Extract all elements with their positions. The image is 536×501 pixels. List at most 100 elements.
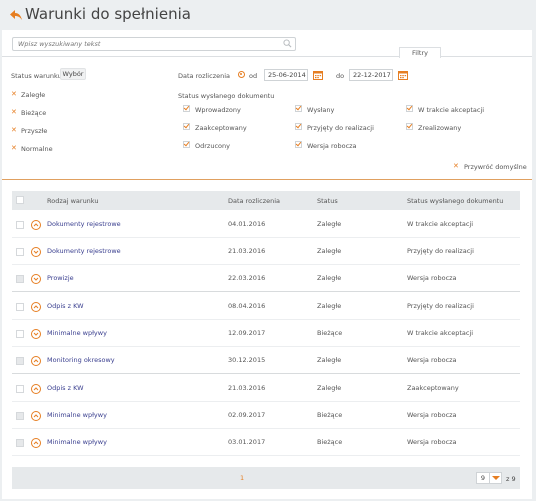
back-arrow-icon[interactable] xyxy=(9,8,23,22)
checkbox[interactable] xyxy=(406,105,413,112)
chevron-down-icon[interactable] xyxy=(490,472,502,484)
page-title: Warunki do spełnienia xyxy=(25,5,191,23)
table-row[interactable]: Odpis z KW 21.03.2016 Zaległe Zaakceptow… xyxy=(12,375,520,402)
status-option-normal: Normalne xyxy=(21,145,53,153)
table-row[interactable]: Minimalne wpływy 03.01.2017 Bieżące Wers… xyxy=(12,429,520,456)
row-doc-status: Wersja robocza xyxy=(407,274,457,282)
table-row[interactable]: Dokumenty rejestrowe 21.03.2016 Zaległe … xyxy=(12,238,520,265)
tab-filters[interactable]: Filtry xyxy=(399,47,441,58)
checkbox[interactable] xyxy=(295,141,302,148)
table-header: Rodzaj warunku Data rozliczenia Status S… xyxy=(12,191,520,210)
select-all-checkbox[interactable] xyxy=(16,196,24,204)
chevron-up-icon[interactable] xyxy=(31,302,41,312)
remove-icon[interactable]: ✕ xyxy=(11,144,17,152)
search-box xyxy=(12,37,296,51)
row-type[interactable]: Odpis z KW xyxy=(47,384,84,392)
table-row[interactable]: Minimalne wpływy 12.09.2017 Bieżące W tr… xyxy=(12,320,520,347)
doc-status-option: Wersja robocza xyxy=(307,142,357,150)
header-status[interactable]: Status xyxy=(317,197,338,205)
header-date[interactable]: Data rozliczenia xyxy=(228,197,280,205)
calendar-icon[interactable] xyxy=(313,70,323,80)
table-row[interactable]: Monitoring okresowy 30.12.2015 Zaległe W… xyxy=(12,347,520,374)
row-checkbox[interactable] xyxy=(16,275,24,283)
chevron-down-icon[interactable] xyxy=(31,274,41,284)
chevron-up-icon[interactable] xyxy=(31,356,41,366)
row-status: Bieżące xyxy=(317,329,343,337)
row-type[interactable]: Dokumenty rejestrowe xyxy=(47,247,121,255)
checkbox[interactable] xyxy=(183,123,190,130)
date-from-label: od xyxy=(249,72,258,80)
row-status: Zaległe xyxy=(317,384,342,392)
search-input[interactable] xyxy=(13,38,283,50)
remove-icon[interactable]: ✕ xyxy=(11,90,17,98)
chevron-up-icon[interactable] xyxy=(31,411,41,421)
search-icon[interactable] xyxy=(283,39,292,48)
doc-status-option: W trakcie akceptacji xyxy=(418,106,485,114)
row-type[interactable]: Monitoring okresowy xyxy=(47,356,115,364)
header-doc-status[interactable]: Status wysłanego dokumentu xyxy=(407,197,503,205)
row-status: Bieżące xyxy=(317,411,343,419)
chevron-up-icon[interactable] xyxy=(31,220,41,230)
checkbox[interactable] xyxy=(295,123,302,130)
chevron-up-icon[interactable] xyxy=(31,438,41,448)
row-type[interactable]: Odpis z KW xyxy=(47,302,84,310)
checkbox[interactable] xyxy=(295,105,302,112)
row-date: 12.09.2017 xyxy=(228,329,266,337)
page-select[interactable]: 9 xyxy=(476,472,490,484)
doc-status-option: Odrzucony xyxy=(195,142,230,150)
row-checkbox[interactable] xyxy=(16,303,24,311)
row-checkbox[interactable] xyxy=(16,385,24,393)
table-row[interactable]: Dokumenty rejestrowe 04.01.2016 Zaległe … xyxy=(12,211,520,238)
remove-icon[interactable]: ✕ xyxy=(11,108,17,116)
date-to-field[interactable]: 22-12-2017 xyxy=(349,69,393,81)
table-row[interactable]: Odpis z KW 08.04.2016 Zaległe Przyjęty d… xyxy=(12,293,520,320)
row-checkbox[interactable] xyxy=(16,412,24,420)
title-bar: Warunki do spełnienia xyxy=(0,0,536,30)
reset-icon[interactable]: ✕ xyxy=(453,162,459,170)
row-type[interactable]: Dokumenty rejestrowe xyxy=(47,220,121,228)
checkbox[interactable] xyxy=(183,105,190,112)
header-type[interactable]: Rodzaj warunku xyxy=(47,197,99,205)
row-doc-status: Wersja robocza xyxy=(407,356,457,364)
row-checkbox[interactable] xyxy=(16,357,24,365)
reset-defaults-link[interactable]: Przywróć domyślne xyxy=(464,163,527,171)
chevron-down-icon[interactable] xyxy=(31,247,41,257)
filters-divider xyxy=(2,56,532,57)
row-doc-status: W trakcie akceptacji xyxy=(407,220,474,228)
current-page[interactable]: 1 xyxy=(240,474,244,482)
row-type[interactable]: Minimalne wpływy xyxy=(47,329,107,337)
row-type[interactable]: Prowizje xyxy=(47,274,74,282)
checkbox[interactable] xyxy=(406,123,413,130)
row-status: Bieżące xyxy=(317,438,343,446)
calendar-icon[interactable] xyxy=(398,70,408,80)
row-date: 30.12.2015 xyxy=(228,356,266,364)
row-checkbox[interactable] xyxy=(16,439,24,447)
doc-status-option: Wysłany xyxy=(307,106,335,114)
date-from-field[interactable]: 25-06-2014 xyxy=(264,69,308,81)
row-checkbox[interactable] xyxy=(16,221,24,229)
row-checkbox[interactable] xyxy=(16,330,24,338)
doc-status-option: Przyjęty do realizacji xyxy=(307,124,374,132)
doc-status-option: Wprowadzony xyxy=(195,106,241,114)
row-type[interactable]: Minimalne wpływy xyxy=(47,411,107,419)
choose-button[interactable]: Wybór xyxy=(60,68,86,80)
row-date: 02.09.2017 xyxy=(228,411,266,419)
row-doc-status: Wersja robocza xyxy=(407,438,457,446)
table-row[interactable]: Prowizje 22.03.2016 Zaległe Wersja roboc… xyxy=(12,265,520,292)
row-date: 21.03.2016 xyxy=(228,384,266,392)
row-status: Zaległe xyxy=(317,220,342,228)
row-type[interactable]: Minimalne wpływy xyxy=(47,438,107,446)
chevron-up-icon[interactable] xyxy=(31,384,41,394)
section-divider xyxy=(2,179,532,180)
row-doc-status: Przyjęty do realizacji xyxy=(407,302,474,310)
remove-icon[interactable]: ✕ xyxy=(11,126,17,134)
row-date: 22.03.2016 xyxy=(228,274,266,282)
row-status: Zaległe xyxy=(317,247,342,255)
table-row[interactable]: Minimalne wpływy 02.09.2017 Bieżące Wers… xyxy=(12,402,520,429)
row-date: 03.01.2017 xyxy=(228,438,266,446)
checkbox[interactable] xyxy=(183,141,190,148)
chevron-down-icon[interactable] xyxy=(31,329,41,339)
date-from-radio[interactable] xyxy=(238,71,245,78)
main-panel: Filtry Status warunku Wybór ✕ Zaległe ✕ … xyxy=(2,30,532,499)
row-checkbox[interactable] xyxy=(16,248,24,256)
